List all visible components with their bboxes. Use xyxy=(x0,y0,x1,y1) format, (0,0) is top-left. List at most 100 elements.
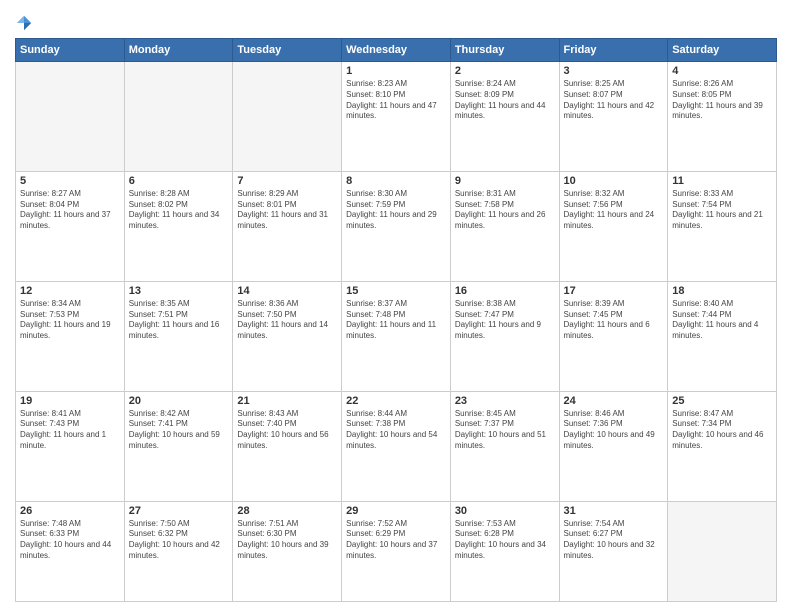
calendar-cell: 15Sunrise: 8:37 AM Sunset: 7:48 PM Dayli… xyxy=(342,281,451,391)
day-info: Sunrise: 8:30 AM Sunset: 7:59 PM Dayligh… xyxy=(346,189,446,232)
calendar-cell: 28 Sunrise: 7:51 AM Sunset: 6:30 PM Dayli… xyxy=(233,501,342,602)
header xyxy=(15,10,777,32)
day-info: Sunrise: 8:24 AM Sunset: 8:09 PM Dayligh… xyxy=(455,79,555,122)
header-friday: Friday xyxy=(559,39,668,62)
calendar-cell: 14 Sunrise: 8:36 AM Sunset: 7:50 PM Dayli… xyxy=(233,281,342,391)
calendar-cell: 2 Sunrise: 8:24 AM Sunset: 8:09 PM Daylig… xyxy=(450,62,559,172)
day-number: 2 xyxy=(455,65,555,77)
header-monday: Monday xyxy=(124,39,233,62)
calendar-cell xyxy=(668,501,777,602)
day-number: 21 xyxy=(237,395,337,407)
day-info: Sunrise: 8:36 AM Sunset: 7:50 PM Dayligh… xyxy=(237,299,337,342)
calendar-cell: 17 Sunrise: 8:39 AM Sunset: 7:45 PM Dayli… xyxy=(559,281,668,391)
day-number: 5 xyxy=(20,175,120,187)
day-number: 15 xyxy=(346,285,446,297)
day-number: 7 xyxy=(237,175,337,187)
day-number: 25 xyxy=(672,395,772,407)
day-info: Sunrise: 8:44 AM Sunset: 7:38 PM Dayligh… xyxy=(346,409,446,452)
day-number: 30 xyxy=(455,505,555,517)
day-number: 14 xyxy=(237,285,337,297)
calendar-cell: 19 Sunrise: 8:41 AM Sunset: 7:43 PM Dayli… xyxy=(16,391,125,501)
day-info: Sunrise: 8:32 AM Sunset: 7:56 PM Dayligh… xyxy=(564,189,664,232)
day-number: 28 xyxy=(237,505,337,517)
day-info: Sunrise: 8:43 AM Sunset: 7:40 PM Dayligh… xyxy=(237,409,337,452)
day-info: Sunrise: 7:52 AM Sunset: 6:29 PM Dayligh… xyxy=(346,519,446,562)
day-number: 6 xyxy=(129,175,229,187)
day-number: 12 xyxy=(20,285,120,297)
day-info: Sunrise: 8:34 AM Sunset: 7:53 PM Dayligh… xyxy=(20,299,120,342)
day-number: 24 xyxy=(564,395,664,407)
calendar-cell xyxy=(124,62,233,172)
header-thursday: Thursday xyxy=(450,39,559,62)
header-tuesday: Tuesday xyxy=(233,39,342,62)
day-number: 9 xyxy=(455,175,555,187)
calendar-cell: 29 Sunrise: 7:52 AM Sunset: 6:29 PM Dayli… xyxy=(342,501,451,602)
calendar-cell: 13Sunrise: 8:35 AM Sunset: 7:51 PM Dayli… xyxy=(124,281,233,391)
calendar-cell: 18Sunrise: 8:40 AM Sunset: 7:44 PM Dayli… xyxy=(668,281,777,391)
day-info: Sunrise: 8:47 AM Sunset: 7:34 PM Dayligh… xyxy=(672,409,772,452)
day-number: 4 xyxy=(672,65,772,77)
day-number: 8 xyxy=(346,175,446,187)
calendar-cell: 10 Sunrise: 8:32 AM Sunset: 7:56 PM Dayli… xyxy=(559,171,668,281)
day-info: Sunrise: 8:45 AM Sunset: 7:37 PM Dayligh… xyxy=(455,409,555,452)
calendar-cell: 22 Sunrise: 8:44 AM Sunset: 7:38 PM Dayli… xyxy=(342,391,451,501)
calendar-cell: 9Sunrise: 8:31 AM Sunset: 7:58 PM Daylig… xyxy=(450,171,559,281)
calendar-cell: 6 Sunrise: 8:28 AM Sunset: 8:02 PM Daylig… xyxy=(124,171,233,281)
calendar-cell: 8 Sunrise: 8:30 AM Sunset: 7:59 PM Daylig… xyxy=(342,171,451,281)
calendar-cell: 27Sunrise: 7:50 AM Sunset: 6:32 PM Dayli… xyxy=(124,501,233,602)
calendar-week-3: 12 Sunrise: 8:34 AM Sunset: 7:53 PM Dayli… xyxy=(16,281,777,391)
calendar-cell: 21 Sunrise: 8:43 AM Sunset: 7:40 PM Dayli… xyxy=(233,391,342,501)
calendar-week-2: 5 Sunrise: 8:27 AM Sunset: 8:04 PM Daylig… xyxy=(16,171,777,281)
day-info: Sunrise: 8:39 AM Sunset: 7:45 PM Dayligh… xyxy=(564,299,664,342)
calendar-cell: 26 Sunrise: 7:48 AM Sunset: 6:33 PM Dayli… xyxy=(16,501,125,602)
calendar-cell: 3 Sunrise: 8:25 AM Sunset: 8:07 PM Daylig… xyxy=(559,62,668,172)
day-number: 18 xyxy=(672,285,772,297)
calendar-cell: 11 Sunrise: 8:33 AM Sunset: 7:54 PM Dayli… xyxy=(668,171,777,281)
day-info: Sunrise: 8:25 AM Sunset: 8:07 PM Dayligh… xyxy=(564,79,664,122)
calendar-cell: 1 Sunrise: 8:23 AM Sunset: 8:10 PM Daylig… xyxy=(342,62,451,172)
calendar-cell: 23 Sunrise: 8:45 AM Sunset: 7:37 PM Dayli… xyxy=(450,391,559,501)
day-number: 3 xyxy=(564,65,664,77)
day-number: 23 xyxy=(455,395,555,407)
page: SundayMondayTuesdayWednesdayThursdayFrid… xyxy=(0,0,792,612)
calendar-cell: 25 Sunrise: 8:47 AM Sunset: 7:34 PM Dayli… xyxy=(668,391,777,501)
day-number: 31 xyxy=(564,505,664,517)
day-number: 1 xyxy=(346,65,446,77)
calendar-header-row: SundayMondayTuesdayWednesdayThursdayFrid… xyxy=(16,39,777,62)
day-number: 11 xyxy=(672,175,772,187)
day-number: 17 xyxy=(564,285,664,297)
day-info: Sunrise: 8:33 AM Sunset: 7:54 PM Dayligh… xyxy=(672,189,772,232)
header-wednesday: Wednesday xyxy=(342,39,451,62)
calendar-week-5: 26 Sunrise: 7:48 AM Sunset: 6:33 PM Dayli… xyxy=(16,501,777,602)
calendar-cell: 16Sunrise: 8:38 AM Sunset: 7:47 PM Dayli… xyxy=(450,281,559,391)
day-info: Sunrise: 8:26 AM Sunset: 8:05 PM Dayligh… xyxy=(672,79,772,122)
day-info: Sunrise: 8:42 AM Sunset: 7:41 PM Dayligh… xyxy=(129,409,229,452)
day-info: Sunrise: 7:48 AM Sunset: 6:33 PM Dayligh… xyxy=(20,519,120,562)
calendar-table: SundayMondayTuesdayWednesdayThursdayFrid… xyxy=(15,38,777,602)
logo xyxy=(15,14,36,32)
day-number: 16 xyxy=(455,285,555,297)
day-info: Sunrise: 8:27 AM Sunset: 8:04 PM Dayligh… xyxy=(20,189,120,232)
day-info: Sunrise: 7:51 AM Sunset: 6:30 PM Dayligh… xyxy=(237,519,337,562)
day-number: 26 xyxy=(20,505,120,517)
day-number: 20 xyxy=(129,395,229,407)
day-number: 19 xyxy=(20,395,120,407)
day-info: Sunrise: 8:41 AM Sunset: 7:43 PM Dayligh… xyxy=(20,409,120,452)
calendar-cell: 30Sunrise: 7:53 AM Sunset: 6:28 PM Dayli… xyxy=(450,501,559,602)
day-number: 29 xyxy=(346,505,446,517)
calendar-week-1: 1 Sunrise: 8:23 AM Sunset: 8:10 PM Daylig… xyxy=(16,62,777,172)
logo-icon xyxy=(15,14,33,32)
day-info: Sunrise: 8:29 AM Sunset: 8:01 PM Dayligh… xyxy=(237,189,337,232)
calendar-cell: 12 Sunrise: 8:34 AM Sunset: 7:53 PM Dayli… xyxy=(16,281,125,391)
calendar-cell: 20 Sunrise: 8:42 AM Sunset: 7:41 PM Dayli… xyxy=(124,391,233,501)
header-saturday: Saturday xyxy=(668,39,777,62)
calendar-cell: 5 Sunrise: 8:27 AM Sunset: 8:04 PM Daylig… xyxy=(16,171,125,281)
day-number: 22 xyxy=(346,395,446,407)
day-info: Sunrise: 8:23 AM Sunset: 8:10 PM Dayligh… xyxy=(346,79,446,122)
day-info: Sunrise: 8:28 AM Sunset: 8:02 PM Dayligh… xyxy=(129,189,229,232)
day-number: 10 xyxy=(564,175,664,187)
calendar-cell xyxy=(233,62,342,172)
calendar-cell: 31Sunrise: 7:54 AM Sunset: 6:27 PM Dayli… xyxy=(559,501,668,602)
day-info: Sunrise: 8:46 AM Sunset: 7:36 PM Dayligh… xyxy=(564,409,664,452)
calendar-cell: 4 Sunrise: 8:26 AM Sunset: 8:05 PM Daylig… xyxy=(668,62,777,172)
